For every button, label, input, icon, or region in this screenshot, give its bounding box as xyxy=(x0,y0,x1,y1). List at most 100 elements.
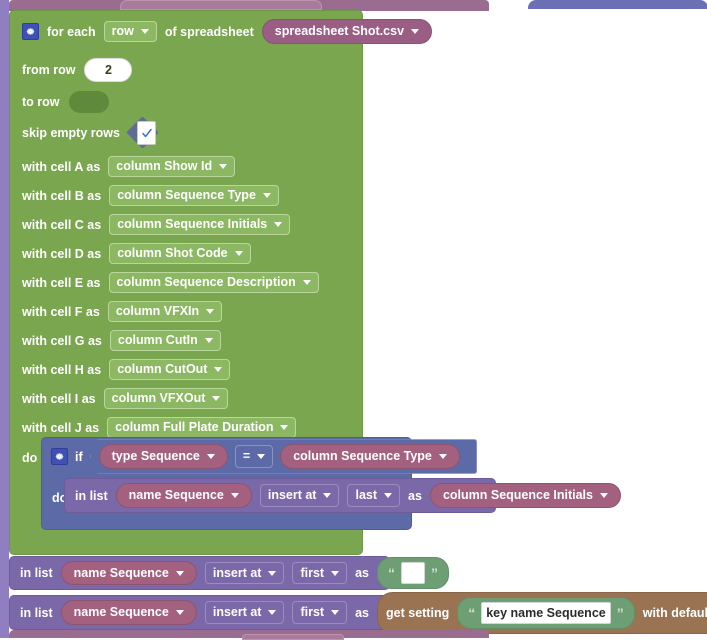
chevron-down-icon xyxy=(302,280,311,285)
cell-value-a: column Show Id xyxy=(116,159,213,174)
list-position-value-2: first xyxy=(300,605,325,620)
if-left-operand-value: type Sequence xyxy=(111,449,200,464)
spreadsheet-value: spreadsheet Shot.csv xyxy=(274,24,405,39)
skip-empty-rows-slot[interactable] xyxy=(126,115,168,149)
cell-value-j: column Full Plate Duration xyxy=(115,420,274,435)
chevron-down-icon xyxy=(175,570,184,576)
partial-block-above-field[interactable] xyxy=(120,0,322,10)
gear-icon[interactable] xyxy=(51,448,68,465)
with-default-value-label: with default value xyxy=(642,605,707,620)
cell-value-c: column Sequence Initials xyxy=(117,217,268,232)
to-row-label: to row xyxy=(22,94,60,109)
loop-variable-dropdown[interactable]: row xyxy=(103,21,157,42)
list-name-dropdown-inner[interactable]: name Sequence xyxy=(115,483,252,508)
as-label-inner: as xyxy=(408,488,422,503)
chevron-down-icon xyxy=(280,425,289,430)
partial-block-below-field[interactable] xyxy=(242,634,344,640)
chevron-down-icon xyxy=(212,396,221,401)
chevron-down-icon xyxy=(234,251,243,256)
list-action-value-1: insert at xyxy=(212,565,262,580)
comparison-operator-value: = xyxy=(242,449,251,464)
chevron-down-icon xyxy=(214,367,223,372)
to-row-empty-socket[interactable] xyxy=(68,90,109,113)
list-action-dropdown-inner[interactable]: insert at xyxy=(259,484,340,507)
list-name-value-inner: name Sequence xyxy=(128,488,224,503)
get-setting-label: get setting xyxy=(386,605,450,620)
in-list-insert-block-2[interactable]: in list name Sequence insert at first as… xyxy=(9,591,707,634)
if-right-operand-value: column Sequence Type xyxy=(293,449,432,464)
list-name-value-2: name Sequence xyxy=(73,605,169,620)
chevron-down-icon xyxy=(204,338,213,343)
cell-label-d: with cell D as xyxy=(22,246,102,261)
in-list-label-1: in list xyxy=(20,566,53,580)
comparison-operator-dropdown[interactable]: = xyxy=(234,445,274,468)
if-block[interactable]: if type Sequence = column Sequence Type … xyxy=(41,437,621,530)
setting-key-input[interactable]: key name Sequence xyxy=(481,601,611,624)
cell-label-f: with cell F as xyxy=(22,304,100,319)
gear-icon[interactable] xyxy=(22,23,39,40)
chevron-down-icon xyxy=(438,454,447,459)
cell-dropdown-a[interactable]: column Show Id xyxy=(108,156,236,177)
cell-dropdown-d[interactable]: column Shot Code xyxy=(109,243,251,264)
as-label-2: as xyxy=(355,605,370,620)
list-action-dropdown-2[interactable]: insert at xyxy=(204,601,285,624)
cell-value-d: column Shot Code xyxy=(117,246,228,261)
get-setting-block[interactable]: get setting “ key name Sequence ” with d… xyxy=(377,591,707,634)
chevron-down-icon xyxy=(268,610,277,615)
cell-dropdown-g[interactable]: column CutIn xyxy=(109,330,221,351)
for-each-label: for each xyxy=(47,24,96,39)
setting-key-text-block[interactable]: “ key name Sequence ” xyxy=(457,596,635,629)
cell-label-e: with cell E as xyxy=(22,275,101,290)
close-quote-icon: ” xyxy=(431,565,439,581)
cell-value-h: column CutOut xyxy=(117,362,208,377)
blockly-workspace[interactable]: for each row of spreadsheet spreadsheet … xyxy=(0,0,707,640)
list-action-dropdown-1[interactable]: insert at xyxy=(204,561,285,585)
list-name-dropdown-1[interactable]: name Sequence xyxy=(60,560,197,586)
skip-empty-rows-checkbox[interactable] xyxy=(137,120,157,145)
chevron-down-icon xyxy=(257,454,266,459)
insert-value-dropdown-inner[interactable]: column Sequence Initials xyxy=(429,483,621,508)
parent-block-strip[interactable] xyxy=(0,0,9,638)
text-string-input-1[interactable] xyxy=(401,562,426,584)
list-name-dropdown-2[interactable]: name Sequence xyxy=(60,600,197,625)
cell-dropdown-f[interactable]: column VFXIn xyxy=(107,301,223,322)
open-quote-icon: “ xyxy=(388,565,396,581)
if-comparison-block[interactable]: type Sequence = column Sequence Type xyxy=(89,439,477,474)
list-name-value-1: name Sequence xyxy=(73,565,169,580)
cell-dropdown-h[interactable]: column CutOut xyxy=(109,359,231,380)
chevron-down-icon xyxy=(230,493,239,498)
from-row-label: from row xyxy=(22,62,76,77)
chevron-down-icon xyxy=(268,570,277,576)
chevron-down-icon xyxy=(206,309,215,314)
chevron-down-icon xyxy=(206,454,215,459)
chevron-down-icon xyxy=(262,193,271,198)
list-position-dropdown-inner[interactable]: last xyxy=(347,484,401,507)
cell-dropdown-j[interactable]: column Full Plate Duration xyxy=(107,417,297,438)
partial-block-above-secondary[interactable] xyxy=(528,0,707,9)
cell-dropdown-c[interactable]: column Sequence Initials xyxy=(109,214,291,235)
cell-dropdown-i[interactable]: column VFXOut xyxy=(103,388,229,409)
cell-label-a: with cell A as xyxy=(22,159,101,174)
from-row-input[interactable]: 2 xyxy=(84,57,133,82)
as-label-1: as xyxy=(355,566,370,580)
cell-label-i: with cell I as xyxy=(22,391,96,406)
chevron-down-icon xyxy=(599,493,608,498)
list-position-dropdown-2[interactable]: first xyxy=(292,601,348,624)
in-list-insert-block-1[interactable]: in list name Sequence insert at first as… xyxy=(9,556,450,590)
chevron-down-icon xyxy=(411,29,420,34)
chevron-down-icon xyxy=(331,610,340,615)
open-quote-icon: “ xyxy=(468,604,476,621)
in-list-insert-block-inner[interactable]: in list name Sequence insert at last as … xyxy=(64,478,621,513)
skip-empty-rows-label: skip empty rows xyxy=(22,125,120,140)
cell-value-f: column VFXIn xyxy=(115,304,200,319)
if-left-operand[interactable]: type Sequence xyxy=(98,444,228,469)
list-action-value-inner: insert at xyxy=(267,488,317,503)
if-right-operand[interactable]: column Sequence Type xyxy=(280,444,460,469)
cell-value-i: column VFXOut xyxy=(111,391,206,406)
list-position-dropdown-1[interactable]: first xyxy=(292,561,348,585)
cell-dropdown-b[interactable]: column Sequence Type xyxy=(109,185,279,206)
cell-dropdown-e[interactable]: column Sequence Description xyxy=(108,272,319,293)
close-quote-icon: ” xyxy=(616,604,624,621)
text-string-block-1[interactable]: “ ” xyxy=(377,557,450,589)
spreadsheet-dropdown[interactable]: spreadsheet Shot.csv xyxy=(261,19,433,44)
